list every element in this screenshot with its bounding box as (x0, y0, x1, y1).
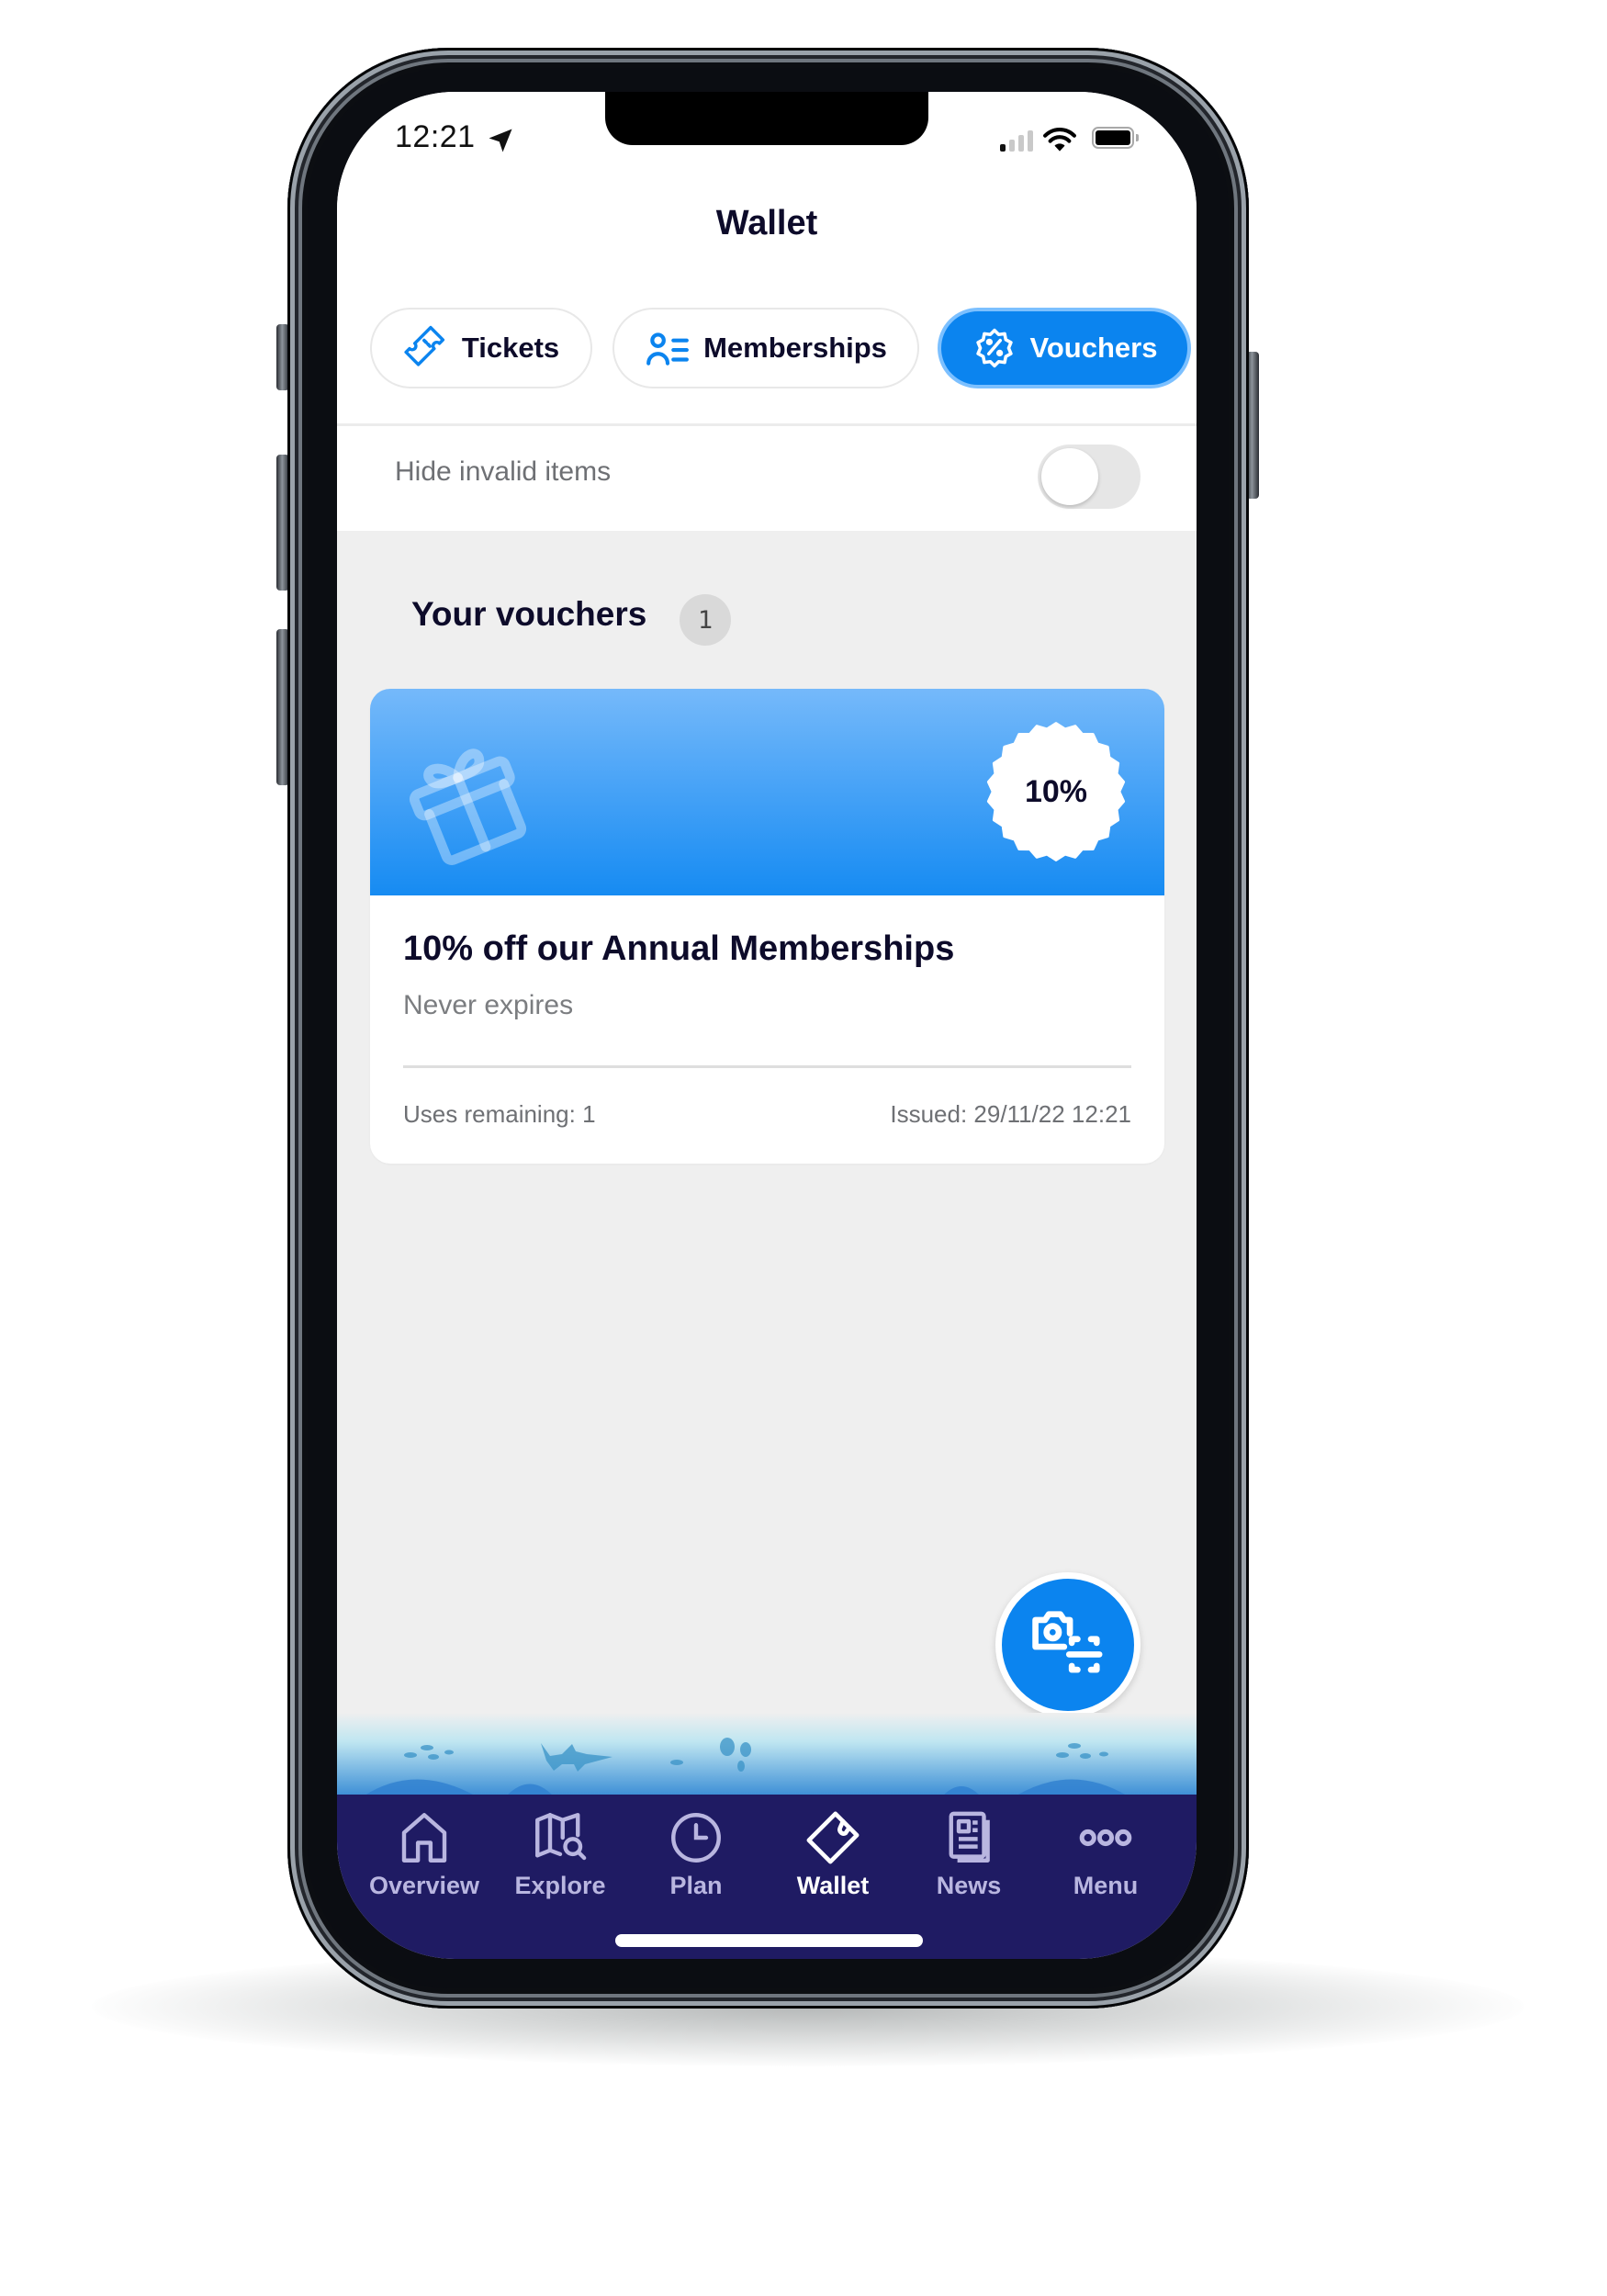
map-search-icon (535, 1813, 587, 1861)
voucher-count-badge: 1 (680, 594, 731, 646)
voucher-card[interactable]: 10% 10% off our Annual Memberships Never… (370, 689, 1164, 1164)
tab-vouchers-label: Vouchers (1029, 332, 1158, 364)
nav-label-wallet: Wallet (796, 1872, 870, 1899)
tab-vouchers[interactable]: Vouchers (938, 308, 1191, 388)
nav-label-overview: Overview (368, 1872, 480, 1899)
clock-icon (671, 1813, 721, 1863)
wifi-icon (1043, 128, 1076, 152)
tab-tickets-label: Tickets (461, 332, 560, 364)
voucher-expiry: Never expires (403, 990, 574, 1020)
page-title: Wallet (715, 204, 818, 242)
tab-memberships[interactable]: Memberships (612, 308, 919, 388)
card-divider (403, 1065, 1131, 1068)
battery-icon (1092, 127, 1134, 149)
nav-item-news[interactable]: News (900, 1807, 1038, 1918)
nav-item-wallet[interactable]: Wallet (764, 1807, 902, 1918)
scan-button[interactable] (995, 1572, 1141, 1717)
nav-label-news: News (936, 1872, 1002, 1899)
home-indicator[interactable] (615, 1934, 923, 1947)
phone-screen: 12:21 Wallet Tickets Memberships Voucher… (337, 92, 1197, 1959)
divider (337, 423, 1197, 426)
status-time: 12:21 (395, 119, 476, 154)
toggle-knob (1041, 448, 1098, 505)
battery-tip (1136, 134, 1139, 141)
nav-item-explore[interactable]: Explore (491, 1807, 629, 1918)
nav-label-menu: Menu (1073, 1872, 1139, 1899)
nav-label-plan: Plan (669, 1872, 723, 1899)
home-icon (401, 1813, 447, 1863)
voucher-issued-date: Issued: 29/11/22 12:21 (890, 1100, 1131, 1128)
voucher-uses-remaining: Uses remaining: 1 (403, 1100, 596, 1128)
voucher-title: 10% off our Annual Memberships (403, 929, 955, 968)
camera-scan-icon (1032, 1611, 1103, 1673)
ticket-icon (404, 325, 444, 366)
hide-invalid-toggle[interactable] (1038, 445, 1141, 509)
tab-memberships-label: Memberships (703, 332, 887, 364)
location-arrow-icon (489, 129, 512, 152)
nav-item-overview[interactable]: Overview (355, 1807, 493, 1918)
more-dots-icon (1079, 1829, 1132, 1847)
section-title: Your vouchers (411, 595, 647, 633)
nav-item-plan[interactable]: Plan (627, 1807, 765, 1918)
nav-label-explore: Explore (514, 1872, 606, 1899)
nav-item-menu[interactable]: Menu (1037, 1807, 1174, 1918)
discount-badge: 10% (1024, 773, 1088, 809)
percent-badge-icon (975, 328, 1013, 368)
signal-icon (1000, 130, 1033, 152)
hide-invalid-label: Hide invalid items (395, 456, 612, 487)
ocean-decoration (337, 1713, 1197, 1795)
wallet-icon (806, 1811, 860, 1864)
membership-list-icon (646, 332, 689, 366)
gift-icon (409, 748, 527, 865)
newspaper-icon (949, 1811, 990, 1863)
tab-tickets[interactable]: Tickets (370, 308, 592, 388)
notch (605, 92, 928, 145)
